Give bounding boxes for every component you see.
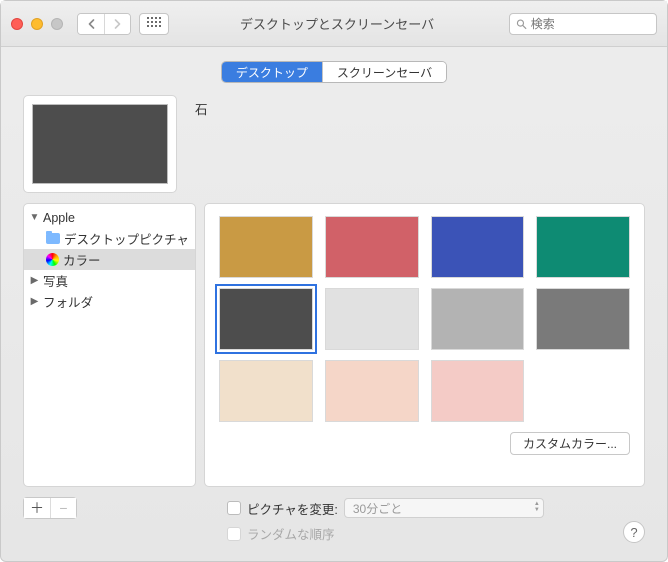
tree-label: カラー — [63, 250, 101, 269]
tab-screensaver[interactable]: スクリーンセーバ — [322, 62, 446, 82]
close-button[interactable] — [11, 18, 23, 30]
color-swatch-5[interactable] — [325, 288, 419, 350]
search-input[interactable] — [531, 17, 650, 31]
color-swatch-7[interactable] — [536, 288, 630, 350]
add-source-button[interactable]: ＋ — [24, 498, 50, 518]
interval-select: 30分ごと ▲▼ — [344, 498, 544, 518]
show-all-button[interactable] — [139, 13, 169, 35]
content: デスクトップ スクリーンセーバ 石 ▼ Apple デスクトップピクチャ — [1, 47, 667, 561]
preview-swatch — [32, 104, 168, 184]
interval-value: 30分ごと — [353, 500, 402, 517]
tree-colors[interactable]: カラー — [24, 249, 195, 270]
preview-row: 石 — [23, 95, 645, 193]
random-order-checkbox — [227, 527, 241, 541]
color-swatch-0[interactable] — [219, 216, 313, 278]
swatch-grid — [219, 216, 630, 422]
back-button[interactable] — [78, 14, 104, 34]
color-wheel-icon — [46, 253, 59, 266]
forward-button[interactable] — [104, 14, 130, 34]
stepper-icon: ▲▼ — [534, 501, 540, 513]
middle-pane: ▼ Apple デスクトップピクチャ カラー ▶ 写真 ▶ フォルダ — [23, 203, 645, 487]
titlebar: デスクトップとスクリーンセーバ — [1, 1, 667, 47]
color-swatch-6[interactable] — [431, 288, 525, 350]
help-button[interactable]: ? — [623, 521, 645, 543]
tree-photos[interactable]: ▶ 写真 — [24, 270, 195, 291]
color-swatch-4[interactable] — [219, 288, 313, 350]
traffic-lights — [11, 18, 63, 30]
minimize-button[interactable] — [31, 18, 43, 30]
change-picture-checkbox[interactable] — [227, 501, 241, 515]
color-swatch-10[interactable] — [431, 360, 525, 422]
disclosure-down-icon: ▼ — [30, 213, 39, 222]
grid-pane: カスタムカラー... — [204, 203, 645, 487]
color-swatch-1[interactable] — [325, 216, 419, 278]
tree-label: 写真 — [43, 271, 68, 290]
tree-desktop-pictures[interactable]: デスクトップピクチャ — [24, 228, 195, 249]
custom-color-button[interactable]: カスタムカラー... — [510, 432, 630, 455]
color-swatch-2[interactable] — [431, 216, 525, 278]
tree-folders[interactable]: ▶ フォルダ — [24, 291, 195, 312]
add-remove-group: ＋ − — [23, 497, 77, 519]
tree-label: デスクトップピクチャ — [64, 229, 189, 248]
window-title: デスクトップとスクリーンセーバ — [177, 14, 501, 33]
source-sidebar[interactable]: ▼ Apple デスクトップピクチャ カラー ▶ 写真 ▶ フォルダ — [23, 203, 196, 487]
preview-frame — [23, 95, 177, 193]
help-icon: ? — [630, 525, 637, 540]
tree-apple[interactable]: ▼ Apple — [24, 207, 195, 228]
color-swatch-8[interactable] — [219, 360, 313, 422]
nav-back-forward — [77, 13, 131, 35]
grid-icon — [147, 17, 161, 31]
random-order-label: ランダムな順序 — [247, 524, 335, 543]
color-swatch-3[interactable] — [536, 216, 630, 278]
remove-source-button: − — [50, 498, 76, 518]
zoom-button — [51, 18, 63, 30]
tab-desktop[interactable]: デスクトップ — [222, 62, 322, 82]
tree-label: フォルダ — [43, 292, 93, 311]
tab-bar: デスクトップ スクリーンセーバ — [23, 61, 645, 83]
disclosure-right-icon: ▶ — [30, 276, 39, 285]
disclosure-right-icon: ▶ — [30, 297, 39, 306]
tree-label: Apple — [43, 211, 75, 225]
color-swatch-9[interactable] — [325, 360, 419, 422]
preview-label: 石 — [195, 95, 208, 118]
search-icon — [516, 18, 527, 30]
prefs-window: デスクトップとスクリーンセーバ デスクトップ スクリーンセーバ 石 — [0, 0, 668, 562]
footer: ＋ − ピクチャを変更: 30分ごと ▲▼ ランダムな順序 ? — [23, 497, 645, 543]
search-field[interactable] — [509, 13, 657, 35]
change-picture-label: ピクチャを変更: — [247, 499, 338, 518]
folder-icon — [46, 233, 60, 244]
